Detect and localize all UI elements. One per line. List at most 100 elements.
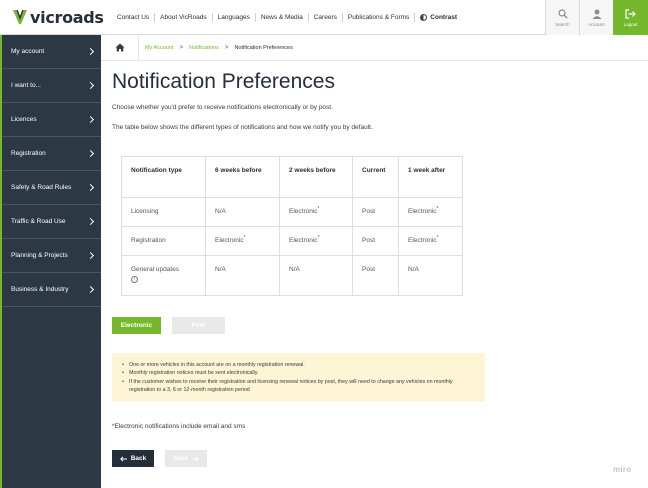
table-cell: N/A (205, 255, 280, 296)
topnav-contact-us[interactable]: Contact Us (112, 13, 154, 22)
table-cell: Electronic* (205, 226, 280, 256)
account-button[interactable]: Account (579, 0, 613, 35)
miro-watermark: miro (613, 465, 632, 474)
post-button[interactable]: Post (172, 317, 225, 334)
column-header: 1 week after (398, 156, 463, 198)
table-cell: Registration (121, 226, 206, 256)
chevron-right-icon (86, 183, 95, 192)
table-cell: N/A (279, 255, 353, 296)
search-button[interactable]: Search (545, 0, 579, 35)
notice-item: One or more vehicles in this account are… (122, 361, 475, 370)
sidebar-item-i-want-to[interactable]: I want to... (2, 69, 101, 103)
chevron-right-icon (86, 81, 95, 90)
save-button[interactable]: Save (165, 450, 207, 467)
cell-value: Electronic (215, 237, 244, 244)
chevron-right-icon (86, 115, 95, 124)
sidebar-item-registration[interactable]: Registration (2, 137, 101, 171)
home-button[interactable] (101, 34, 139, 61)
back-button[interactable]: Back (112, 450, 154, 467)
topnav-about[interactable]: About VicRoads (154, 13, 212, 22)
logout-button[interactable]: Logout (613, 0, 648, 35)
table-cell: Post (352, 226, 399, 256)
sidebar-item-planning[interactable]: Planning & Projects (2, 239, 101, 273)
sidebar-item-safety[interactable]: Safety & Road Rules (2, 171, 101, 205)
sidebar-item-business[interactable]: Business & Industry (2, 273, 101, 307)
cell-value: General updates (131, 266, 180, 273)
cell-value: Electronic (289, 208, 318, 215)
sidebar-item-my-account[interactable]: My account (2, 35, 101, 69)
breadcrumb: My Account > Notifications > Notificatio… (101, 34, 648, 61)
logout-label: Logout (623, 21, 638, 27)
top-header: vicroads Contact Us About VicRoads Langu… (0, 0, 648, 35)
chevron-right-icon (86, 149, 95, 158)
asterisk-mark: * (436, 206, 439, 212)
topnav-news-media[interactable]: News & Media (254, 13, 308, 22)
asterisk-mark: * (243, 235, 246, 241)
contrast-icon (420, 14, 428, 21)
account-label: Account (588, 21, 605, 27)
breadcrumb-current: Notification Preferences (234, 44, 293, 51)
table-cell: Post (352, 255, 399, 296)
sidebar: My account I want to... Licences Registr… (0, 35, 101, 488)
breadcrumb-notifications[interactable]: Notifications (183, 45, 225, 51)
cell-value: Electronic (408, 208, 437, 215)
notice-box: One or more vehicles in this account are… (112, 353, 485, 402)
arrow-right-icon (192, 455, 200, 462)
intro-text: Choose whether you'd prefer to receive n… (112, 104, 333, 111)
info-icon[interactable]: i (131, 276, 138, 283)
sidebar-item-label: Business & Industry (11, 286, 69, 293)
table-row: Registration Electronic* Electronic* Pos… (121, 226, 463, 256)
chevron-right-icon (86, 47, 95, 56)
table-cell: Licensing (121, 197, 206, 227)
sidebar-item-label: Registration (11, 150, 46, 157)
home-icon (115, 43, 124, 52)
topnav-languages[interactable]: Languages (211, 13, 255, 22)
sidebar-item-label: Traffic & Road Use (11, 218, 66, 225)
electronic-button[interactable]: Electronic (112, 317, 161, 334)
column-header: 2 weeks before (279, 156, 353, 198)
table-cell: N/A (398, 255, 463, 296)
notice-item: If the customer wishes to receive their … (122, 378, 475, 395)
table-cell: Electronic* (398, 226, 463, 256)
sidebar-item-traffic[interactable]: Traffic & Road Use (2, 205, 101, 239)
sidebar-item-label: Safety & Road Rules (11, 184, 72, 191)
table-cell: Post (352, 197, 399, 227)
column-header: Current (352, 156, 399, 198)
table-header-row: Notification type 6 weeks before 2 weeks… (121, 156, 463, 198)
table-cell: Electronic* (398, 197, 463, 227)
vicroads-logo-icon (13, 9, 27, 24)
sidebar-item-label: Licences (11, 116, 37, 123)
column-header: 6 weeks before (205, 156, 280, 198)
top-nav: Contact Us About VicRoads Languages News… (112, 0, 462, 35)
page-title: Notification Preferences (112, 70, 335, 93)
vicroads-logo[interactable]: vicroads (12, 6, 104, 28)
logo-text: vicroads (30, 7, 104, 27)
sidebar-item-licences[interactable]: Licences (2, 103, 101, 137)
notice-item: Monthly registration notices must be sen… (122, 369, 475, 378)
chevron-right-icon (86, 217, 95, 226)
save-label: Save (172, 455, 189, 462)
table-row: Licensing N/A Electronic* Post Electroni… (121, 197, 463, 227)
contrast-toggle[interactable]: Contrast (414, 13, 462, 22)
notification-table: Notification type 6 weeks before 2 weeks… (121, 156, 463, 296)
topnav-publications[interactable]: Publications & Forms (341, 13, 414, 22)
table-row: General updates i N/A N/A Post N/A (121, 255, 463, 296)
footnote: *Electronic notifications include email … (112, 423, 246, 430)
table-cell: General updates i (121, 255, 206, 296)
asterisk-mark: * (317, 206, 320, 212)
sidebar-item-label: My account (11, 48, 45, 55)
cell-value: Electronic (408, 237, 437, 244)
table-cell: Electronic* (279, 197, 353, 227)
chevron-right-icon (86, 285, 95, 294)
sidebar-item-label: I want to... (11, 82, 41, 89)
table-cell: Electronic* (279, 226, 353, 256)
arrow-left-icon (119, 455, 127, 462)
cell-value: Electronic (289, 237, 318, 244)
asterisk-mark: * (317, 235, 320, 241)
chevron-right-icon (86, 251, 95, 260)
topnav-careers[interactable]: Careers (307, 13, 342, 22)
breadcrumb-my-account[interactable]: My Account (139, 45, 179, 51)
table-description: The table below shows the different type… (112, 124, 373, 131)
logout-icon (625, 8, 636, 19)
search-icon (557, 8, 568, 19)
